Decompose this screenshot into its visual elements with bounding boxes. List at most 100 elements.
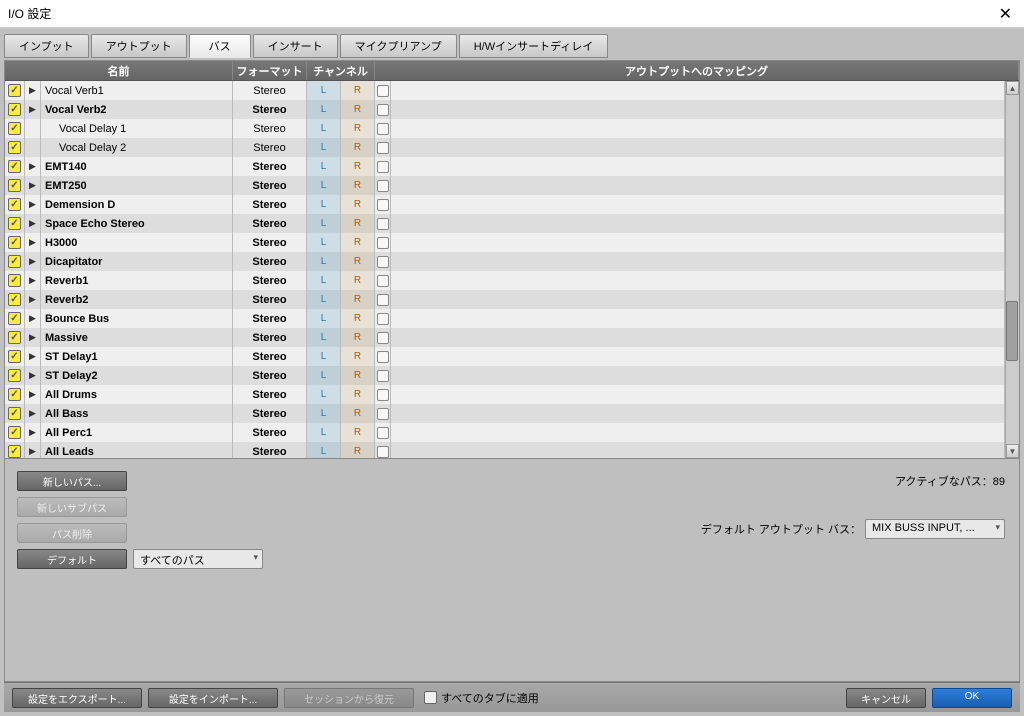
table-row[interactable]: ▶Reverb2StereoLR xyxy=(5,290,1005,309)
expand-icon[interactable]: ▶ xyxy=(25,176,41,195)
channel-R[interactable]: R xyxy=(341,385,375,404)
expand-icon[interactable] xyxy=(25,138,41,157)
row-name[interactable]: Vocal Delay 2 xyxy=(41,138,233,157)
channel-L[interactable]: L xyxy=(307,423,341,442)
table-row[interactable]: ▶All DrumsStereoLR xyxy=(5,385,1005,404)
row-name[interactable]: All Perc1 xyxy=(41,423,233,442)
table-row[interactable]: ▶Bounce BusStereoLR xyxy=(5,309,1005,328)
export-settings-button[interactable]: 設定をエクスポート... xyxy=(12,688,142,708)
check-icon[interactable] xyxy=(8,103,21,116)
check-icon[interactable] xyxy=(8,331,21,344)
row-mapping[interactable] xyxy=(391,233,1005,252)
path-scope-select[interactable]: すべてのパス xyxy=(133,549,263,569)
row-mapping[interactable] xyxy=(391,214,1005,233)
row-mapping[interactable] xyxy=(391,442,1005,458)
check-icon[interactable] xyxy=(8,293,21,306)
table-row[interactable]: ▶MassiveStereoLR xyxy=(5,328,1005,347)
row-map-checkbox[interactable] xyxy=(375,442,391,458)
expand-icon[interactable]: ▶ xyxy=(25,81,41,100)
row-enable-checkbox[interactable] xyxy=(5,157,25,176)
check-icon[interactable] xyxy=(8,141,21,154)
row-map-checkbox[interactable] xyxy=(375,233,391,252)
channel-L[interactable]: L xyxy=(307,404,341,423)
row-mapping[interactable] xyxy=(391,271,1005,290)
row-enable-checkbox[interactable] xyxy=(5,214,25,233)
row-enable-checkbox[interactable] xyxy=(5,176,25,195)
row-enable-checkbox[interactable] xyxy=(5,442,25,458)
expand-icon[interactable]: ▶ xyxy=(25,290,41,309)
row-mapping[interactable] xyxy=(391,81,1005,100)
channel-R[interactable]: R xyxy=(341,309,375,328)
row-map-checkbox[interactable] xyxy=(375,347,391,366)
row-enable-checkbox[interactable] xyxy=(5,366,25,385)
row-name[interactable]: EMT140 xyxy=(41,157,233,176)
table-row[interactable]: ▶Vocal Verb1StereoLR xyxy=(5,81,1005,100)
tab-4[interactable]: マイクプリアンプ xyxy=(340,34,457,58)
expand-icon[interactable]: ▶ xyxy=(25,271,41,290)
row-format[interactable]: Stereo xyxy=(233,404,307,423)
row-map-checkbox[interactable] xyxy=(375,271,391,290)
row-name[interactable]: ST Delay1 xyxy=(41,347,233,366)
row-enable-checkbox[interactable] xyxy=(5,138,25,157)
row-map-checkbox[interactable] xyxy=(375,100,391,119)
row-mapping[interactable] xyxy=(391,157,1005,176)
import-settings-button[interactable]: 設定をインポート... xyxy=(148,688,278,708)
row-enable-checkbox[interactable] xyxy=(5,347,25,366)
row-enable-checkbox[interactable] xyxy=(5,100,25,119)
row-map-checkbox[interactable] xyxy=(375,252,391,271)
table-row[interactable]: ▶All BassStereoLR xyxy=(5,404,1005,423)
expand-icon[interactable]: ▶ xyxy=(25,100,41,119)
check-icon[interactable] xyxy=(8,179,21,192)
row-format[interactable]: Stereo xyxy=(233,119,307,138)
row-map-checkbox[interactable] xyxy=(375,138,391,157)
row-name[interactable]: Dicapitator xyxy=(41,252,233,271)
check-icon[interactable] xyxy=(8,84,21,97)
channel-R[interactable]: R xyxy=(341,176,375,195)
check-icon[interactable] xyxy=(8,350,21,363)
vertical-scrollbar[interactable]: ▲ ▼ xyxy=(1005,81,1019,458)
row-format[interactable]: Stereo xyxy=(233,214,307,233)
table-row[interactable]: ▶H3000StereoLR xyxy=(5,233,1005,252)
row-map-checkbox[interactable] xyxy=(375,81,391,100)
row-mapping[interactable] xyxy=(391,100,1005,119)
checkbox-icon[interactable] xyxy=(424,691,437,704)
row-enable-checkbox[interactable] xyxy=(5,233,25,252)
expand-icon[interactable]: ▶ xyxy=(25,328,41,347)
channel-R[interactable]: R xyxy=(341,290,375,309)
channel-L[interactable]: L xyxy=(307,328,341,347)
tab-1[interactable]: アウトプット xyxy=(91,34,187,58)
check-icon[interactable] xyxy=(8,426,21,439)
row-map-checkbox[interactable] xyxy=(375,290,391,309)
table-row[interactable]: Vocal Delay 1StereoLR xyxy=(5,119,1005,138)
row-map-checkbox[interactable] xyxy=(375,157,391,176)
channel-R[interactable]: R xyxy=(341,195,375,214)
header-channels[interactable]: チャンネル xyxy=(307,61,375,80)
check-icon[interactable] xyxy=(8,160,21,173)
check-icon[interactable] xyxy=(8,217,21,230)
channel-L[interactable]: L xyxy=(307,290,341,309)
table-row[interactable]: ▶ST Delay2StereoLR xyxy=(5,366,1005,385)
row-name[interactable]: All Leads xyxy=(41,442,233,458)
row-enable-checkbox[interactable] xyxy=(5,195,25,214)
check-icon[interactable] xyxy=(8,198,21,211)
row-name[interactable]: ST Delay2 xyxy=(41,366,233,385)
row-mapping[interactable] xyxy=(391,385,1005,404)
row-format[interactable]: Stereo xyxy=(233,385,307,404)
channel-R[interactable]: R xyxy=(341,233,375,252)
check-icon[interactable] xyxy=(8,236,21,249)
channel-L[interactable]: L xyxy=(307,176,341,195)
row-format[interactable]: Stereo xyxy=(233,309,307,328)
check-icon[interactable] xyxy=(8,274,21,287)
row-mapping[interactable] xyxy=(391,195,1005,214)
channel-L[interactable]: L xyxy=(307,347,341,366)
row-format[interactable]: Stereo xyxy=(233,347,307,366)
row-map-checkbox[interactable] xyxy=(375,195,391,214)
channel-L[interactable]: L xyxy=(307,385,341,404)
channel-L[interactable]: L xyxy=(307,195,341,214)
expand-icon[interactable] xyxy=(25,119,41,138)
channel-R[interactable]: R xyxy=(341,271,375,290)
check-icon[interactable] xyxy=(8,255,21,268)
tab-5[interactable]: H/Wインサートディレイ xyxy=(459,34,609,58)
row-map-checkbox[interactable] xyxy=(375,404,391,423)
row-name[interactable]: All Drums xyxy=(41,385,233,404)
